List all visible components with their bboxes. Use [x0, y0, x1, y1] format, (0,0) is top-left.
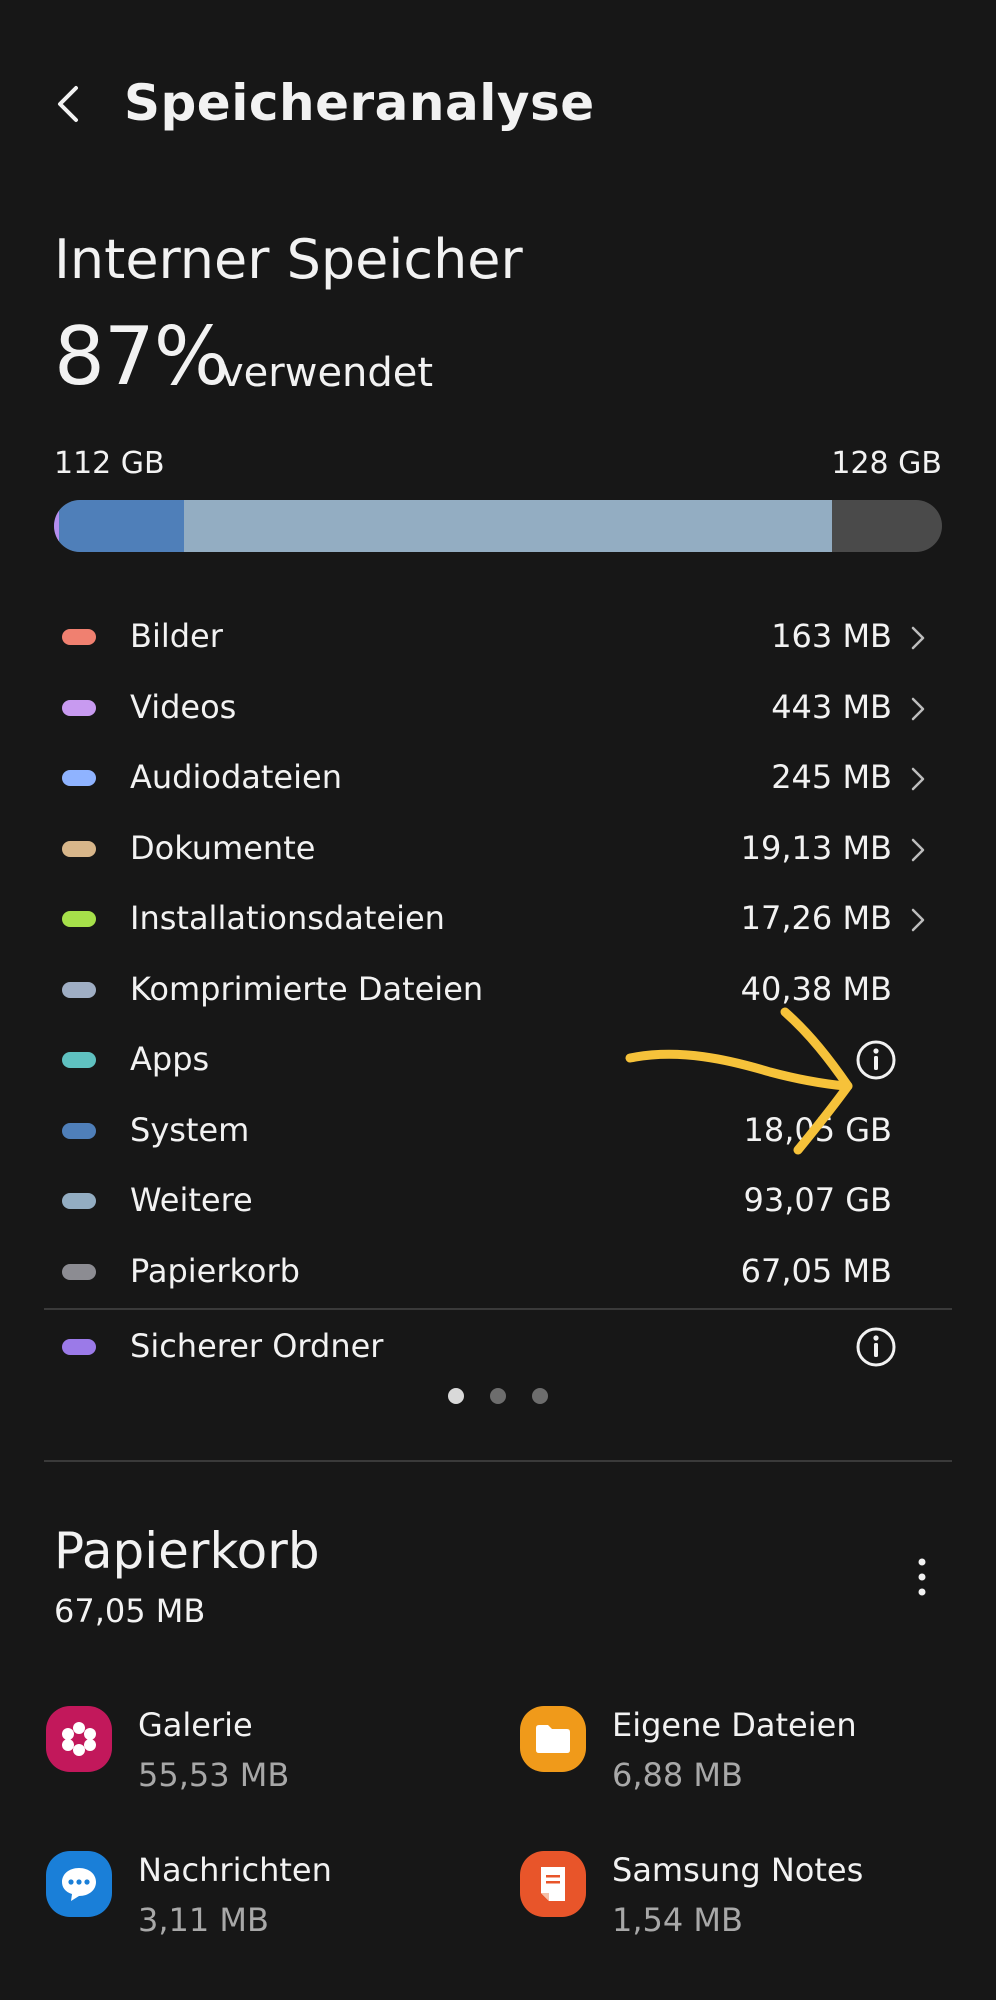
trash-section-title: Papierkorb — [54, 1522, 320, 1580]
category-label: Weitere — [130, 1181, 253, 1219]
category-color-dot — [62, 699, 96, 716]
more-vertical-icon — [918, 1558, 926, 1596]
usage-percent: 87% — [54, 310, 230, 403]
category-color-dot — [62, 1263, 96, 1280]
category-size: 17,26 MB — [740, 899, 892, 937]
category-row-installationsdateien[interactable]: Installationsdateien 17,26 MB — [44, 884, 952, 955]
category-color-dot — [62, 1193, 96, 1209]
usage-bar-segment — [59, 500, 184, 552]
storage-category-list: Bilder 163 MB Videos 443 MB Audiodateien 245 … — [44, 602, 952, 1307]
app-name: Nachrichten — [138, 1851, 332, 1889]
usage-bar-segment — [183, 500, 832, 552]
gallery-icon — [46, 1706, 112, 1772]
app-size: 3,11 MB — [138, 1901, 269, 1939]
trash-app-my-files[interactable]: Eigene Dateien 6,88 MB — [520, 1706, 940, 1806]
category-label: Papierkorb — [130, 1251, 300, 1290]
category-color-dot — [62, 1052, 96, 1068]
total-size-label: 128 GB — [831, 446, 942, 481]
info-icon[interactable] — [854, 1325, 898, 1369]
app-size: 1,54 MB — [612, 1901, 743, 1939]
secure-folder-label: Sicherer Ordner — [130, 1327, 384, 1365]
app-name: Samsung Notes — [612, 1851, 864, 1889]
category-row-videos[interactable]: Videos 443 MB — [44, 673, 952, 744]
annotation-arrow-icon — [625, 1007, 853, 1155]
app-name: Galerie — [138, 1706, 253, 1744]
trash-total-size: 67,05 MB — [54, 1592, 206, 1630]
category-color-dot — [62, 981, 96, 998]
category-size: 163 MB — [771, 617, 892, 655]
category-row-weitere: Weitere 93,07 GB — [44, 1166, 952, 1237]
more-options-button[interactable] — [902, 1552, 942, 1602]
category-label: Apps — [130, 1040, 210, 1078]
chevron-right-icon — [906, 836, 930, 864]
section-divider — [44, 1460, 952, 1462]
category-label: Bilder — [130, 617, 223, 655]
page-title: Speicheranalyse — [124, 74, 595, 132]
category-color-dot — [62, 629, 96, 645]
notes-icon — [520, 1851, 586, 1917]
storage-title: Interner Speicher — [54, 228, 523, 291]
chevron-right-icon — [906, 906, 930, 934]
app-size: 55,53 MB — [138, 1756, 290, 1794]
category-color-dot — [62, 911, 96, 927]
category-size: 245 MB — [771, 758, 892, 796]
folder-icon — [520, 1706, 586, 1772]
page-dot[interactable] — [532, 1388, 548, 1404]
chevron-right-icon — [906, 765, 930, 793]
page-indicator — [0, 1388, 996, 1412]
category-size: 67,05 MB — [740, 1251, 892, 1290]
page-dot[interactable] — [490, 1388, 506, 1404]
category-size: 19,13 MB — [740, 828, 892, 867]
category-size: 443 MB — [771, 687, 892, 726]
back-arrow-icon — [58, 86, 78, 122]
secure-folder-row[interactable]: Sicherer Ordner — [44, 1312, 952, 1383]
app-size: 6,88 MB — [612, 1756, 743, 1794]
category-color-dot — [62, 840, 96, 857]
list-divider — [44, 1308, 952, 1310]
category-color-dot — [62, 770, 96, 786]
category-label: Komprimierte Dateien — [130, 969, 484, 1008]
storage-usage-bar — [54, 500, 942, 552]
chevron-right-icon — [906, 695, 930, 723]
trash-app-samsung-notes[interactable]: Samsung Notes 1,54 MB — [520, 1851, 940, 1951]
messages-icon — [46, 1851, 112, 1917]
category-label: Installationsdateien — [130, 899, 445, 937]
usage-suffix: verwendet — [220, 350, 434, 396]
category-row-bilder[interactable]: Bilder 163 MB — [44, 602, 952, 673]
category-row-audiodateien[interactable]: Audiodateien 245 MB — [44, 743, 952, 814]
secure-folder-color-dot — [62, 1339, 96, 1355]
category-label: Videos — [130, 687, 237, 726]
category-label: Dokumente — [130, 828, 316, 867]
trash-app-gallery[interactable]: Galerie 55,53 MB — [46, 1706, 466, 1806]
used-size-label: 112 GB — [54, 446, 165, 481]
category-size: 93,07 GB — [743, 1181, 892, 1219]
category-color-dot — [62, 1122, 96, 1139]
back-button[interactable] — [48, 82, 92, 126]
app-name: Eigene Dateien — [612, 1706, 857, 1744]
app-bar: Speicheranalyse — [0, 50, 996, 170]
category-label: Audiodateien — [130, 758, 342, 796]
category-row-papierkorb: Papierkorb 67,05 MB — [44, 1237, 952, 1308]
category-label: System — [130, 1110, 250, 1149]
trash-app-messages[interactable]: Nachrichten 3,11 MB — [46, 1851, 466, 1951]
category-row-dokumente[interactable]: Dokumente 19,13 MB — [44, 814, 952, 885]
page-dot[interactable] — [448, 1388, 464, 1404]
chevron-right-icon — [906, 624, 930, 652]
